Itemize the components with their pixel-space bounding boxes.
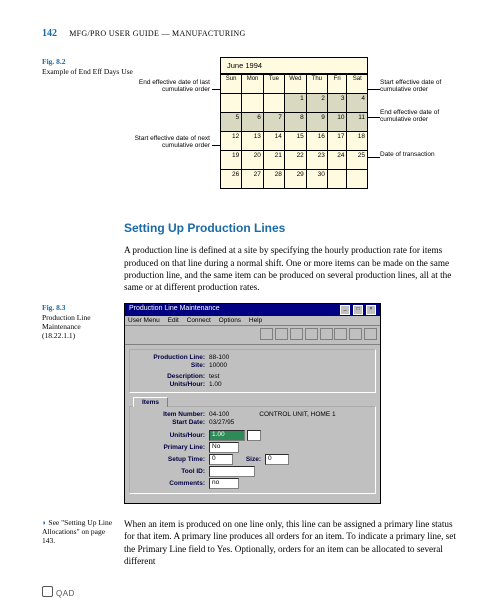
tool-label: Tool ID: <box>135 468 205 475</box>
header-panel: Production Line: 88-100 Site: 10000 Desc… <box>129 349 376 393</box>
prod-line-label: Production Line: <box>135 354 205 361</box>
app-window: Production Line Maintenance _ □ × User M… <box>124 303 381 504</box>
comments-input[interactable]: no <box>209 478 239 489</box>
tab-items[interactable]: Items <box>133 397 168 407</box>
toolbar-button[interactable] <box>275 328 288 340</box>
figure-caption: Production Line Maintenance (18.22.1.1) <box>42 313 91 340</box>
window-max-icon[interactable]: □ <box>353 305 363 315</box>
toolbar-button[interactable] <box>260 328 273 340</box>
window-controls: _ □ × <box>339 305 376 315</box>
footer: QAD <box>42 586 458 598</box>
callout-start-eff-next: Start effective date of next cumulative … <box>134 135 210 150</box>
calendar: June 1994 Sun Mon Tue Wed Thu Fri Sat 1 <box>220 57 368 189</box>
uph-value: 1.00 <box>209 381 222 388</box>
page-number: 142 <box>42 28 57 39</box>
site-value: 10000 <box>209 362 227 369</box>
menu-item[interactable]: Help <box>249 317 262 324</box>
item-value: 04-100 <box>209 411 229 418</box>
window-min-icon[interactable]: _ <box>340 305 350 315</box>
screenshot: Production Line Maintenance _ □ × User M… <box>124 303 458 504</box>
toolbar-button[interactable] <box>334 328 347 340</box>
site-label: Site: <box>135 362 205 369</box>
calendar-title: June 1994 <box>220 57 368 74</box>
uph2-spinner[interactable] <box>247 430 261 441</box>
body-paragraph-1: A production line is defined at a site b… <box>124 244 458 294</box>
page: 142 MFG/PRO USER GUIDE — MANUFACTURING F… <box>0 0 500 616</box>
toolbar-button[interactable] <box>305 328 318 340</box>
uph-label: Units/Hour: <box>135 381 205 388</box>
callout-end-eff-last: End effective date of last cumulative or… <box>134 79 210 94</box>
size-label: Size: <box>233 456 261 463</box>
calendar-diagram: End effective date of last cumulative or… <box>134 57 454 207</box>
prod-line-value: 88-100 <box>209 354 229 361</box>
figure-caption: Example of End Eff Days Use <box>42 67 133 76</box>
footer-brand: QAD <box>56 589 75 598</box>
tool-input[interactable] <box>209 466 255 477</box>
toolbar-button[interactable] <box>290 328 303 340</box>
body-paragraph-2: When an item is produced on one line onl… <box>124 518 458 568</box>
start-date-value: 03/27/95 <box>209 419 234 426</box>
size-input[interactable]: 0 <box>265 454 289 465</box>
item-label: Item Number: <box>135 411 205 418</box>
menu-item[interactable]: User Menu <box>128 317 160 324</box>
callout-start-eff: Start effective date of cumulative order <box>380 79 456 94</box>
setup-input[interactable]: 0 <box>209 454 233 465</box>
start-date-label: Start Date: <box>135 419 205 426</box>
menu-item[interactable]: Connect <box>187 317 211 324</box>
callout-end-eff: End effective date of cumulative order <box>380 109 456 124</box>
window-titlebar[interactable]: Production Line Maintenance _ □ × <box>125 304 380 316</box>
toolbar-button[interactable] <box>349 328 362 340</box>
bottom-block: ◗ See "Setting Up Line Allocations" on p… <box>42 518 458 568</box>
figure-8-3: Fig. 8.3 Production Line Maintenance (18… <box>42 303 458 504</box>
header-title: MFG/PRO USER GUIDE — MANUFACTURING <box>69 29 245 38</box>
toolbar-button[interactable] <box>320 328 333 340</box>
menu-bar: User Menu Edit Connect Options Help <box>125 316 380 326</box>
desc-label: Description: <box>135 373 205 380</box>
menu-item[interactable]: Options <box>219 317 241 324</box>
items-panel: Item Number: 04-100 CONTROL UNIT, HOME 1… <box>129 406 376 494</box>
menu-item[interactable]: Edit <box>168 317 179 324</box>
toolbar <box>125 326 380 345</box>
comments-label: Comments: <box>135 480 205 487</box>
callout-date-trans: Date of transaction <box>380 151 456 158</box>
primary-input[interactable]: No <box>209 442 239 453</box>
uph2-label: Units/Hour: <box>135 432 205 439</box>
margin-note: ◗ See "Setting Up Line Allocations" on p… <box>42 518 118 545</box>
qad-logo-icon <box>42 586 53 597</box>
form-area: Production Line: 88-100 Site: 10000 Desc… <box>125 345 380 503</box>
calendar-grid: Sun Mon Tue Wed Thu Fri Sat 1 2 3 4 <box>220 74 368 189</box>
page-header: 142 MFG/PRO USER GUIDE — MANUFACTURING <box>42 28 458 39</box>
uph2-input[interactable]: 1.00 <box>209 430 245 441</box>
setup-label: Setup Time: <box>135 456 205 463</box>
section-heading: Setting Up Production Lines <box>124 221 458 235</box>
window-close-icon[interactable]: × <box>366 305 376 315</box>
window-title: Production Line Maintenance <box>129 305 220 315</box>
figure-label: Fig. 8.2 <box>42 57 66 66</box>
toolbar-button[interactable] <box>364 328 377 340</box>
item-desc: CONTROL UNIT, HOME 1 <box>259 411 335 418</box>
desc-value: test <box>209 373 219 380</box>
primary-label: Primary Line: <box>135 444 205 451</box>
figure-label: Fig. 8.3 <box>42 303 66 312</box>
figure-8-2: Fig. 8.2 Example of End Eff Days Use End… <box>42 57 458 207</box>
